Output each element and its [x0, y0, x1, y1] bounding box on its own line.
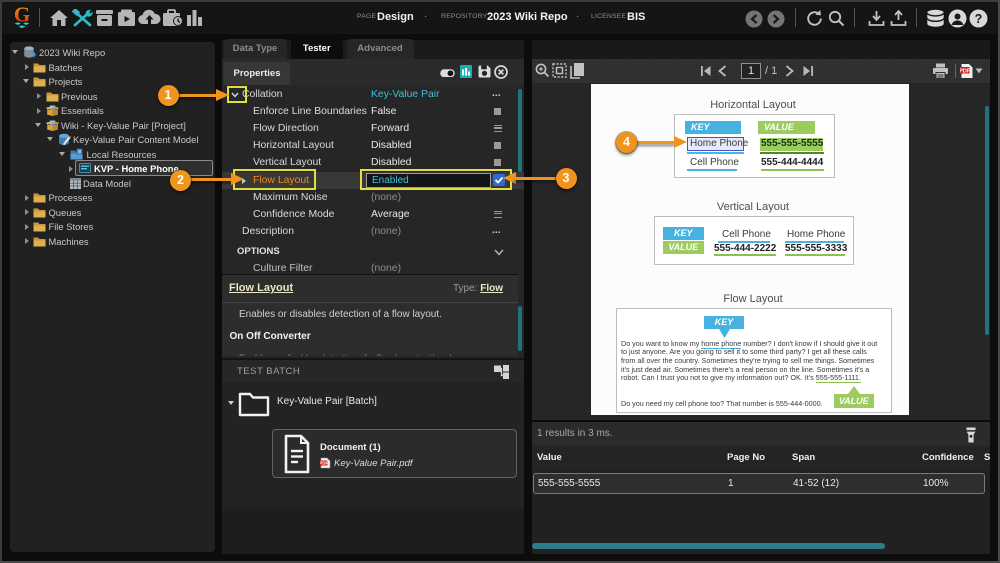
svg-text:PDF: PDF: [320, 460, 328, 465]
svg-text:PDF: PDF: [960, 68, 971, 74]
svg-text:?: ?: [975, 12, 983, 26]
